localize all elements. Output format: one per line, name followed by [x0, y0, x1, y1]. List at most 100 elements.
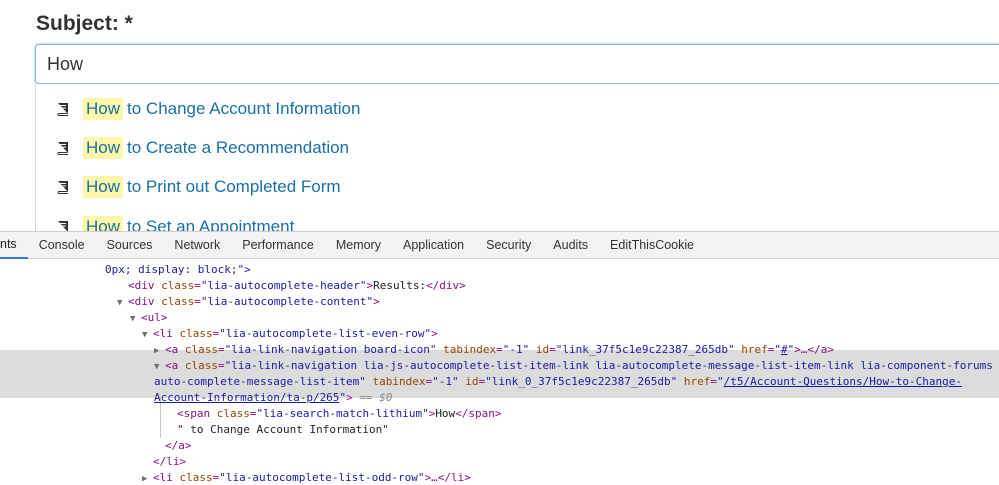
book-icon [57, 181, 68, 194]
tab-memory[interactable]: Memory [325, 232, 392, 258]
book-icon [58, 221, 68, 231]
attr-name: href [741, 343, 768, 356]
code-line[interactable]: ▼ <ul> [130, 310, 168, 326]
tag: >…</a> [794, 343, 834, 356]
tab-performance[interactable]: Performance [231, 232, 325, 258]
attr-value: "-1" [502, 343, 530, 356]
tag: >…</li> [424, 471, 471, 484]
attr-value: 0px; display: block;"> [105, 263, 251, 276]
code-line[interactable]: ▼ <li class="lia-autocomplete-list-even-r… [142, 326, 438, 342]
tab-sources[interactable]: Sources [96, 232, 164, 258]
subject-input[interactable] [35, 44, 999, 84]
attr-name: class [216, 407, 250, 420]
attr-value: "lia-autocomplete-list-odd-row" [219, 471, 425, 484]
tag: </li> [153, 455, 187, 468]
attr-value: "lia-search-match-lithium" [256, 407, 429, 420]
autocomplete-item-text: to Change Account Information [127, 99, 361, 118]
attr-value: "lia-link-navigation board-icon" [224, 343, 437, 356]
autocomplete-item[interactable]: How to Change Account Information [56, 96, 360, 122]
code-line: 0px; display: block;"> [105, 262, 251, 278]
expand-triangle-icon[interactable]: ▼ [154, 359, 165, 375]
attr-value: "lia-autocomplete-content" [200, 295, 374, 308]
attr-name: class [184, 359, 218, 372]
autocomplete-item-text: to Create a Recommendation [127, 138, 350, 157]
devtools-tab-bar: nts Console Sources Network Performance … [0, 232, 999, 259]
tag: <li [153, 327, 173, 340]
tag: > [373, 295, 380, 308]
attr-name: class [184, 343, 218, 356]
attr-value: "-1" [432, 375, 459, 388]
attr-value: "link_0_37f5c1e9c22387_265db" [485, 375, 678, 388]
href-link[interactable]: # [781, 343, 788, 356]
tag: > [346, 391, 353, 404]
attr-name: tabindex [372, 375, 426, 388]
attr-name: class [161, 295, 195, 308]
href-link[interactable]: /t5/Account-Questions/How-to-Change- [724, 375, 962, 388]
tab-application[interactable]: Application [392, 232, 475, 258]
expand-triangle-icon[interactable]: ▼ [142, 327, 153, 343]
tag: </span> [455, 407, 502, 420]
attr-name: id [535, 343, 550, 356]
text-node: " to Change Account Information" [177, 423, 389, 436]
tab-editthiscookie[interactable]: EditThisCookie [599, 232, 705, 258]
attr-value: "lia-autocomplete-list-even-row" [219, 327, 432, 340]
tag: <a [165, 359, 179, 372]
tab-console[interactable]: Console [28, 232, 96, 258]
tag: <div [128, 279, 155, 292]
subject-label: Subject: * [36, 12, 133, 35]
expand-triangle-icon[interactable]: ▼ [130, 311, 141, 327]
search-match: How [83, 216, 124, 231]
collapse-triangle-icon[interactable]: ▶ [142, 471, 153, 485]
autocomplete-item[interactable]: How to Set an Appointment [56, 214, 294, 231]
search-match: How [83, 98, 124, 120]
collapse-triangle-icon[interactable]: ▶ [154, 343, 165, 359]
expand-triangle-icon[interactable]: ▼ [117, 295, 128, 311]
code-line[interactable]: ▶ <li class="lia-autocomplete-list-odd-ro… [142, 470, 471, 485]
attr-value: "lia-link-navigation lia-js-autocomplete… [224, 359, 993, 372]
selected-node-marker: == $0 [352, 391, 393, 404]
attr-value: " [774, 343, 781, 356]
tab-security[interactable]: Security [475, 232, 542, 258]
code-line-selected[interactable]: auto-complete-message-list-item" tabinde… [154, 374, 962, 390]
text-node: Results: [373, 279, 427, 292]
code-line[interactable]: ▼ <div class="lia-autocomplete-content"> [117, 294, 380, 310]
attr-name: href [683, 375, 711, 388]
attr-name: class [161, 279, 195, 292]
code-line[interactable]: </a> [165, 438, 192, 454]
tag: </div> [426, 279, 466, 292]
tag: <li [153, 471, 173, 484]
autocomplete-dropdown: How to Change Account Information How to… [35, 84, 999, 231]
tag: <div [128, 295, 155, 308]
search-match: How [83, 176, 124, 198]
tab-network[interactable]: Network [163, 232, 231, 258]
tab-elements[interactable]: nts [0, 232, 28, 259]
autocomplete-item[interactable]: How to Print out Completed Form [56, 174, 341, 200]
attr-name: tabindex [443, 343, 497, 356]
code-line[interactable]: <span class="lia-search-match-lithium">H… [177, 406, 502, 422]
tab-audits[interactable]: Audits [542, 232, 599, 258]
book-icon [57, 103, 68, 116]
attr-name: id [465, 375, 479, 388]
code-line-selected[interactable]: Account-Information/ta-p/265"> == $0 [154, 390, 392, 406]
attr-value: "link_37f5c1e9c22387_265db" [555, 343, 735, 356]
tag: <span [177, 407, 211, 420]
search-match: How [83, 137, 124, 159]
page-content: Subject: * How to Change Account Informa… [0, 0, 999, 231]
book-icon [57, 142, 68, 155]
code-line[interactable]: ▶ <a class="lia-link-navigation board-ico… [154, 342, 834, 358]
attr-name: class [179, 471, 213, 484]
tag: > [431, 327, 438, 340]
code-line[interactable]: <div class="lia-autocomplete-header">Res… [128, 278, 466, 294]
attr-value: " [716, 375, 724, 388]
code-line-selected[interactable]: ▼ <a class="lia-link-navigation lia-js-au… [154, 358, 993, 374]
attr-value: auto-complete-message-list-item" [154, 375, 366, 388]
attr-name: class [179, 327, 213, 340]
href-link[interactable]: Account-Information/ta-p/265 [154, 391, 339, 404]
code-line[interactable]: </li> [153, 454, 186, 470]
text-node: How [435, 407, 456, 420]
autocomplete-item-text: to Print out Completed Form [127, 177, 341, 196]
tag: <a [165, 343, 179, 356]
code-line[interactable]: " to Change Account Information" [177, 422, 389, 438]
tag: </a> [165, 439, 192, 452]
autocomplete-item[interactable]: How to Create a Recommendation [56, 135, 349, 161]
